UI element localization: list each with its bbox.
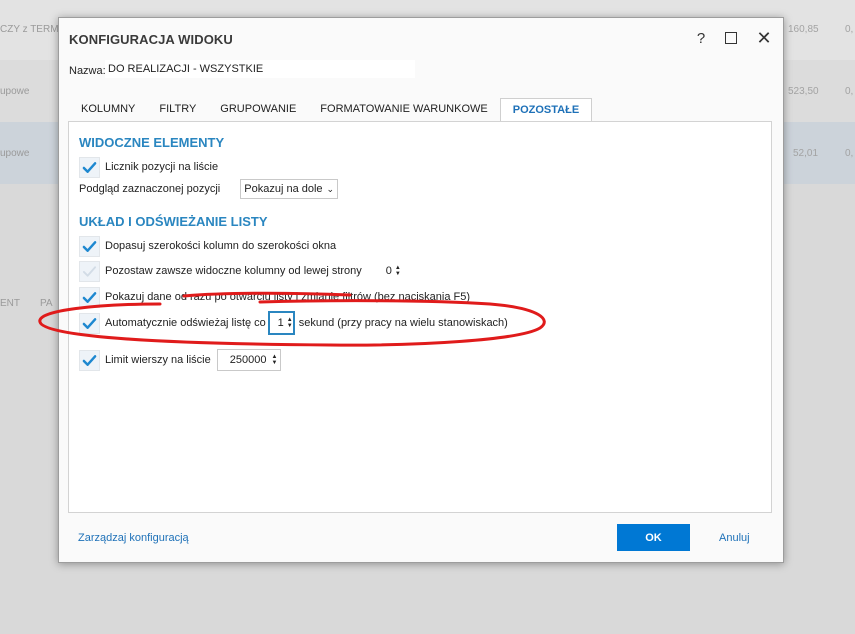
background-column-label: PA bbox=[40, 298, 53, 309]
tab-columns[interactable]: KOLUMNY bbox=[69, 98, 147, 121]
ok-button[interactable]: OK bbox=[617, 524, 690, 551]
show-data-label: Pokazuj dane od razu po otwarciu listy i… bbox=[105, 291, 470, 303]
checkmark-faint-icon bbox=[82, 265, 97, 277]
auto-refresh-interval-arrows[interactable]: ▲ ▼ bbox=[284, 313, 293, 333]
background-row-value: 523,50 bbox=[788, 86, 819, 97]
background-header-value: 160,85 bbox=[788, 24, 819, 35]
item-counter-checkbox[interactable] bbox=[79, 156, 100, 178]
name-label: Nazwa: bbox=[69, 65, 106, 77]
auto-refresh-label: Automatycznie odświeżaj listę co bbox=[105, 317, 266, 329]
tab-other[interactable]: POZOSTAŁE bbox=[499, 98, 593, 122]
checkmark-icon bbox=[82, 317, 97, 329]
sticky-columns-checkbox[interactable] bbox=[79, 260, 100, 282]
stepper-arrows-icon[interactable]: ▲ ▼ bbox=[271, 354, 277, 366]
tab-panel-other: WIDOCZNE ELEMENTY Licznik pozycji na liś… bbox=[68, 121, 772, 513]
cancel-button[interactable]: Anuluj bbox=[719, 532, 750, 544]
background-row-value: 52,01 bbox=[793, 148, 819, 159]
sticky-columns-stepper[interactable]: 0 ▲ ▼ bbox=[386, 261, 401, 281]
auto-refresh-suffix: sekund (przy pracy na wielu stanowiskach… bbox=[298, 317, 508, 329]
tab-bar: KOLUMNY FILTRY GRUPOWANIE FORMATOWANIE W… bbox=[69, 98, 593, 122]
preview-row: Podgląd zaznaczonej pozycji Pokazuj na d… bbox=[79, 179, 339, 199]
row-limit-value[interactable]: 250000 bbox=[230, 354, 267, 366]
row-limit-row: Limit wierszy na liście 250000 ▲ ▼ bbox=[79, 349, 282, 371]
tab-conditional-formatting[interactable]: FORMATOWANIE WARUNKOWE bbox=[308, 98, 499, 121]
tab-filters[interactable]: FILTRY bbox=[147, 98, 208, 121]
row-limit-stepper[interactable]: 250000 ▲ ▼ bbox=[216, 349, 282, 371]
maximize-button[interactable] bbox=[719, 27, 743, 49]
fit-columns-row: Dopasuj szerokości kolumn do szerokości … bbox=[79, 235, 337, 257]
sticky-columns-value: 0 bbox=[385, 265, 392, 277]
auto-refresh-row: Automatycznie odświeżaj listę co 1 ▲ ▼ se… bbox=[79, 311, 508, 335]
item-counter-label: Licznik pozycji na liście bbox=[105, 161, 219, 173]
stepper-arrows-icon[interactable]: ▲ ▼ bbox=[395, 265, 401, 277]
view-configuration-dialog: KONFIGURACJA WIDOKU ? ✕ Nazwa: DO REALIZ… bbox=[58, 17, 784, 563]
maximize-icon bbox=[725, 32, 737, 44]
close-icon: ✕ bbox=[756, 27, 772, 48]
help-button[interactable]: ? bbox=[689, 27, 713, 49]
background-column-label: ENT bbox=[0, 298, 20, 309]
background-row-extra: 0, bbox=[845, 86, 854, 97]
fit-columns-label: Dopasuj szerokości kolumn do szerokości … bbox=[105, 240, 337, 252]
auto-refresh-interval-value[interactable]: 1 bbox=[270, 317, 284, 329]
row-limit-label: Limit wierszy na liście bbox=[105, 354, 211, 366]
checkmark-icon bbox=[82, 354, 97, 366]
manage-configuration-link[interactable]: Zarządzaj konfiguracją bbox=[78, 532, 189, 544]
layout-refresh-title: UKŁAD I ODŚWIEŻANIE LISTY bbox=[79, 214, 268, 229]
close-button[interactable]: ✕ bbox=[752, 27, 776, 49]
sticky-columns-row: Pozostaw zawsze widoczne kolumny od lewe… bbox=[79, 260, 401, 282]
stepper-arrows-icon[interactable]: ▲ ▼ bbox=[287, 317, 293, 329]
chevron-down-icon: ⌄ bbox=[326, 183, 335, 194]
tab-grouping[interactable]: GRUPOWANIE bbox=[208, 98, 308, 121]
checkmark-icon bbox=[82, 161, 97, 173]
auto-refresh-interval-stepper[interactable]: 1 ▲ ▼ bbox=[267, 311, 295, 335]
checkmark-icon bbox=[82, 240, 97, 252]
background-header-text: CZY z TERMO bbox=[0, 24, 67, 35]
show-data-row: Pokazuj dane od razu po otwarciu listy i… bbox=[79, 286, 470, 308]
auto-refresh-checkbox[interactable] bbox=[79, 312, 100, 334]
background-row-label: upowe bbox=[0, 86, 30, 97]
preview-position-value: Pokazuj na dole bbox=[244, 183, 323, 195]
background-header-extra: 0, bbox=[845, 24, 854, 35]
preview-label: Podgląd zaznaczonej pozycji bbox=[79, 183, 221, 195]
show-data-checkbox[interactable] bbox=[79, 286, 100, 308]
background-row-extra: 0, bbox=[845, 148, 854, 159]
fit-columns-checkbox[interactable] bbox=[79, 235, 100, 257]
row-limit-checkbox[interactable] bbox=[79, 349, 100, 371]
item-counter-row: Licznik pozycji na liście bbox=[79, 156, 219, 178]
preview-position-select[interactable]: Pokazuj na dole ⌄ bbox=[240, 179, 339, 199]
dialog-title: KONFIGURACJA WIDOKU bbox=[69, 32, 233, 47]
name-field[interactable]: DO REALIZACJI - WSZYSTKIE bbox=[105, 60, 415, 78]
visible-elements-title: WIDOCZNE ELEMENTY bbox=[79, 135, 225, 150]
help-icon: ? bbox=[696, 29, 706, 47]
sticky-columns-label: Pozostaw zawsze widoczne kolumny od lewe… bbox=[105, 265, 362, 277]
background-row-label: upowe bbox=[0, 148, 30, 159]
checkmark-icon bbox=[82, 291, 97, 303]
